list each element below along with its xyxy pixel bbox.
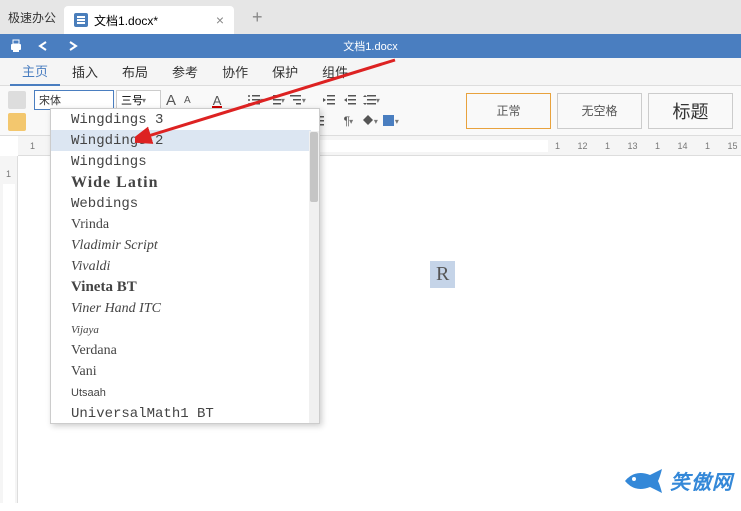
tab-layout[interactable]: 布局 (110, 58, 160, 86)
paste-icon[interactable] (8, 113, 26, 131)
font-color-icon[interactable]: A (210, 93, 225, 108)
pilcrow-icon[interactable]: ¶▾ (339, 112, 357, 130)
font-item[interactable]: Wide Latin (51, 172, 311, 193)
print-icon[interactable] (8, 38, 24, 54)
font-item[interactable]: Webdings (51, 193, 311, 214)
doc-title: 文档1.docx (343, 38, 397, 54)
copy-icon[interactable] (8, 91, 26, 109)
size-selector[interactable]: 三号▾ (116, 90, 161, 110)
font-item[interactable]: UniversalMath1 BT (51, 403, 311, 424)
tab-home[interactable]: 主页 (10, 58, 60, 86)
close-icon[interactable]: × (216, 12, 224, 28)
borders-icon[interactable]: ▾ (381, 112, 399, 130)
style-nospace[interactable]: 无空格 (557, 93, 642, 129)
menu-tabs: 主页 插入 布局 参考 协作 保护 组件 (0, 58, 741, 86)
multilevel-icon[interactable]: ▾ (288, 91, 306, 109)
tab-reference[interactable]: 参考 (160, 58, 210, 86)
font-item[interactable]: Wingdings (51, 151, 311, 172)
shrink-font-icon[interactable]: A (181, 95, 194, 106)
outdent-icon[interactable] (320, 91, 338, 109)
scrollbar[interactable] (309, 131, 319, 423)
shading-icon[interactable]: ▾ (360, 112, 378, 130)
quick-toolbar: 文档1.docx (0, 34, 741, 58)
font-item[interactable]: Viner Hand ITC (51, 298, 311, 319)
font-item[interactable]: Vijaya (51, 319, 311, 340)
undo-icon[interactable] (36, 38, 52, 54)
fish-icon (620, 467, 664, 495)
tab-label: 文档1.docx* (94, 12, 158, 29)
tab-protect[interactable]: 保护 (260, 58, 310, 86)
doc-icon (74, 13, 88, 27)
font-item[interactable]: Utsaah (51, 382, 311, 403)
redo-icon[interactable] (64, 38, 80, 54)
styles-gallery: 正常 无空格 标题 (466, 93, 733, 129)
titlebar: 极速办公 文档1.docx* × + (0, 0, 741, 34)
font-item[interactable]: Wingdings 2 (51, 130, 311, 151)
document-tab[interactable]: 文档1.docx* × (64, 6, 234, 34)
font-dropdown[interactable]: Wingdings 3Wingdings 2WingdingsWide Lati… (50, 108, 320, 424)
new-tab-button[interactable]: + (252, 7, 263, 28)
numbering-icon[interactable]: ▾ (267, 91, 285, 109)
watermark: 笑傲网 (620, 466, 733, 495)
tab-collab[interactable]: 协作 (210, 58, 260, 86)
font-selector[interactable]: 宋体 (34, 90, 114, 110)
ruler-vertical[interactable]: 1 2 1 1 1 2 1 3 (0, 156, 18, 503)
line-spacing-icon[interactable]: ▾ (362, 91, 380, 109)
indent-icon[interactable] (341, 91, 359, 109)
font-item[interactable]: Wingdings 3 (51, 109, 311, 130)
font-item[interactable]: Vani (51, 361, 311, 382)
bullets-icon[interactable]: ▾ (246, 91, 264, 109)
app-name: 极速办公 (0, 9, 64, 26)
style-normal[interactable]: 正常 (466, 93, 551, 129)
scroll-thumb[interactable] (310, 132, 318, 202)
font-item[interactable]: Vivaldi (51, 256, 311, 277)
style-heading[interactable]: 标题 (648, 93, 733, 129)
font-item[interactable]: Verdana (51, 340, 311, 361)
watermark-text: 笑傲网 (670, 466, 733, 495)
grow-font-icon[interactable]: A (163, 92, 179, 109)
font-item[interactable]: Vladimir Script (51, 235, 311, 256)
tab-components[interactable]: 组件 (310, 58, 360, 86)
selected-text[interactable]: R (430, 261, 455, 288)
font-item[interactable]: Vineta BT (51, 277, 311, 298)
tab-insert[interactable]: 插入 (60, 58, 110, 86)
font-item[interactable]: Vrinda (51, 214, 311, 235)
